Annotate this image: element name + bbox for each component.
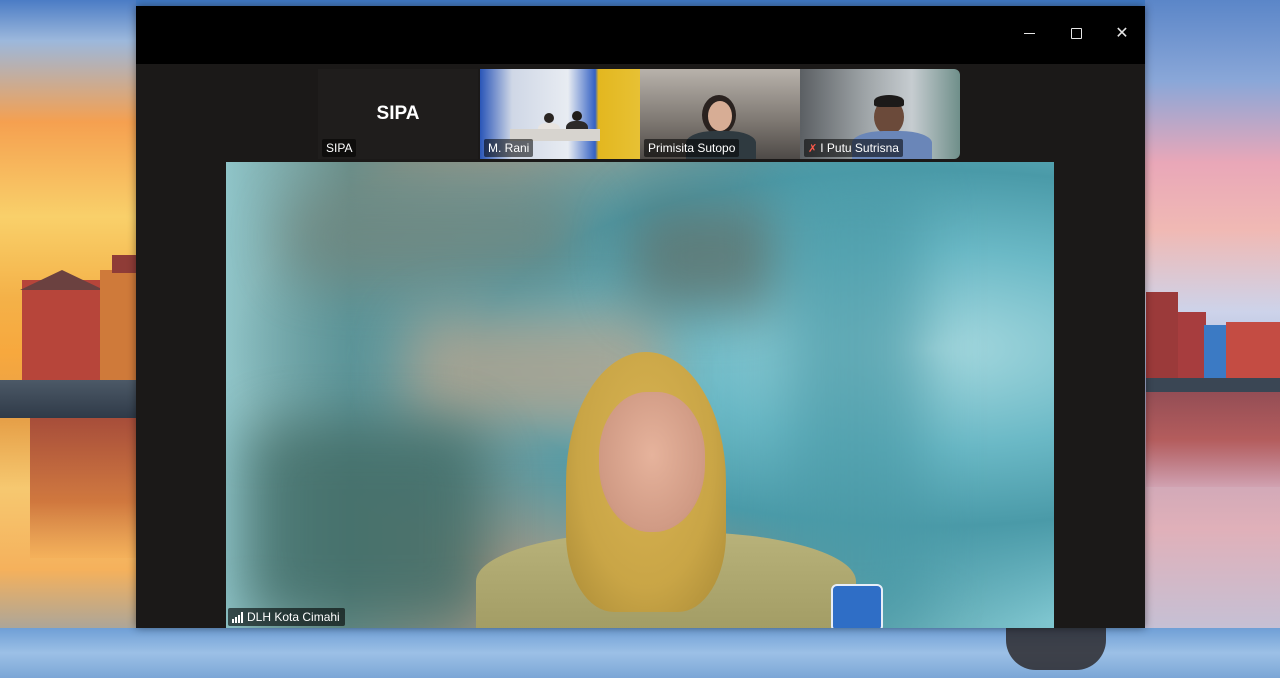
participant-tile-i-putu-sutrisna[interactable]: ✗ I Putu Sutrisna bbox=[800, 69, 960, 159]
mic-off-icon: ✗ bbox=[808, 142, 818, 155]
video-background bbox=[286, 192, 586, 282]
speaker-name-label: DLH Kota Cimahi bbox=[228, 608, 345, 626]
participant-name: Primisita Sutopo bbox=[648, 141, 736, 155]
video-background bbox=[626, 202, 786, 312]
maximize-button[interactable] bbox=[1053, 18, 1099, 48]
participant-tile-sipa[interactable]: SIPA SIPA bbox=[318, 69, 478, 159]
wallpaper-house bbox=[1146, 292, 1178, 382]
active-speaker-video[interactable]: DLH Kota Cimahi bbox=[226, 162, 1054, 628]
participant-tile-primisita-sutopo[interactable]: Primisita Sutopo bbox=[640, 69, 800, 159]
close-button[interactable]: ✕ bbox=[1099, 18, 1145, 48]
desktop-background: ✕ SIPA SIPA M. Rani Primisita Sutopo ✗ I… bbox=[0, 0, 1280, 678]
speaker-face bbox=[599, 392, 705, 532]
participant-tile-m-rani[interactable]: M. Rani bbox=[480, 69, 640, 159]
close-icon: ✕ bbox=[1115, 25, 1129, 42]
wallpaper-house bbox=[100, 270, 136, 382]
uniform-badge bbox=[831, 584, 883, 628]
participant-avatar-name: SIPA bbox=[376, 103, 420, 124]
wallpaper-roof bbox=[112, 255, 136, 273]
wallpaper-reflection bbox=[1146, 392, 1280, 487]
wallpaper-house bbox=[1178, 312, 1206, 382]
video-background bbox=[246, 422, 486, 622]
person-silhouette bbox=[572, 111, 582, 121]
participant-name-label: ✗ I Putu Sutrisna bbox=[804, 139, 903, 157]
participant-name-label: M. Rani bbox=[484, 139, 534, 157]
participant-name: M. Rani bbox=[488, 141, 530, 155]
wallpaper-house bbox=[1204, 325, 1226, 381]
person-face bbox=[708, 101, 732, 131]
signal-strength-icon bbox=[232, 611, 243, 623]
person-silhouette bbox=[544, 113, 554, 123]
meeting-window: ✕ SIPA SIPA M. Rani Primisita Sutopo ✗ I… bbox=[136, 6, 1145, 628]
minimize-button[interactable] bbox=[1006, 18, 1052, 48]
person-hair bbox=[874, 95, 904, 107]
participant-name-label: Primisita Sutopo bbox=[644, 139, 740, 157]
wallpaper-house bbox=[22, 280, 102, 380]
speaker-name: DLH Kota Cimahi bbox=[247, 610, 340, 624]
participant-name: SIPA bbox=[326, 141, 353, 155]
wallpaper-house bbox=[1226, 322, 1280, 382]
wallpaper-object bbox=[1006, 628, 1106, 670]
wallpaper-reflection bbox=[30, 418, 136, 558]
minimize-icon bbox=[1023, 32, 1035, 34]
participant-name: I Putu Sutrisna bbox=[820, 141, 899, 155]
title-bar[interactable]: ✕ bbox=[136, 6, 1145, 64]
maximize-icon bbox=[1070, 27, 1082, 39]
wallpaper-dock bbox=[1146, 378, 1280, 392]
wallpaper-dock bbox=[0, 380, 136, 418]
participant-name-label: SIPA bbox=[322, 139, 357, 157]
wallpaper-roof bbox=[20, 270, 104, 290]
